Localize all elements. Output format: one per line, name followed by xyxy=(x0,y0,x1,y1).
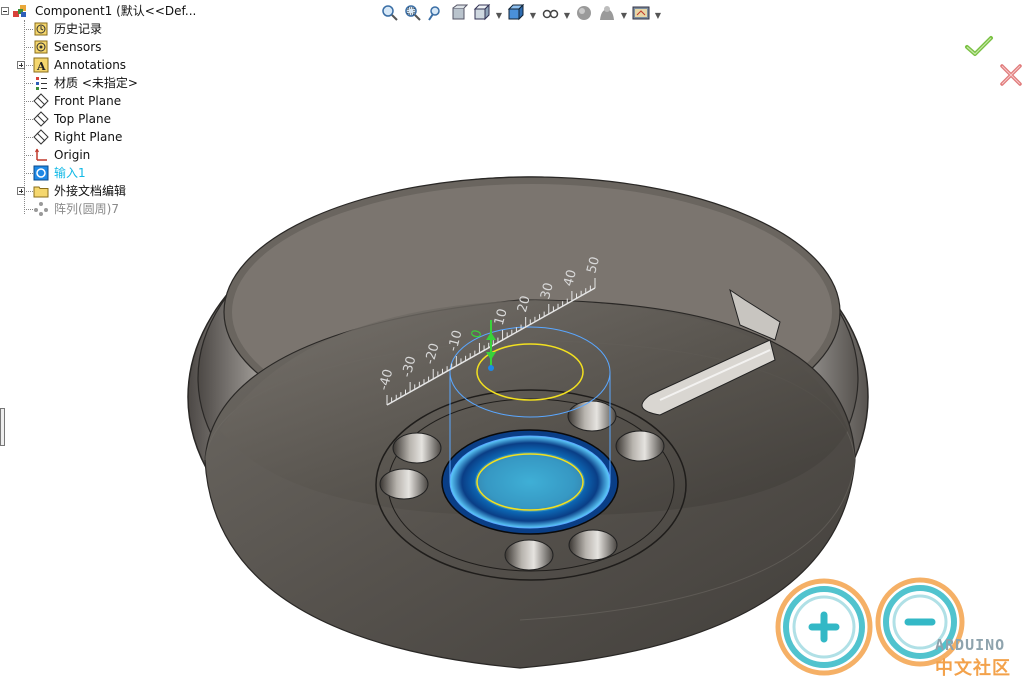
flywheel-part[interactable] xyxy=(187,176,869,669)
logo-text-chinese: 中文社区 xyxy=(935,658,1011,679)
selected-center-bore[interactable] xyxy=(441,429,619,535)
logo-text-arduino: ARDUINO xyxy=(935,636,1006,654)
